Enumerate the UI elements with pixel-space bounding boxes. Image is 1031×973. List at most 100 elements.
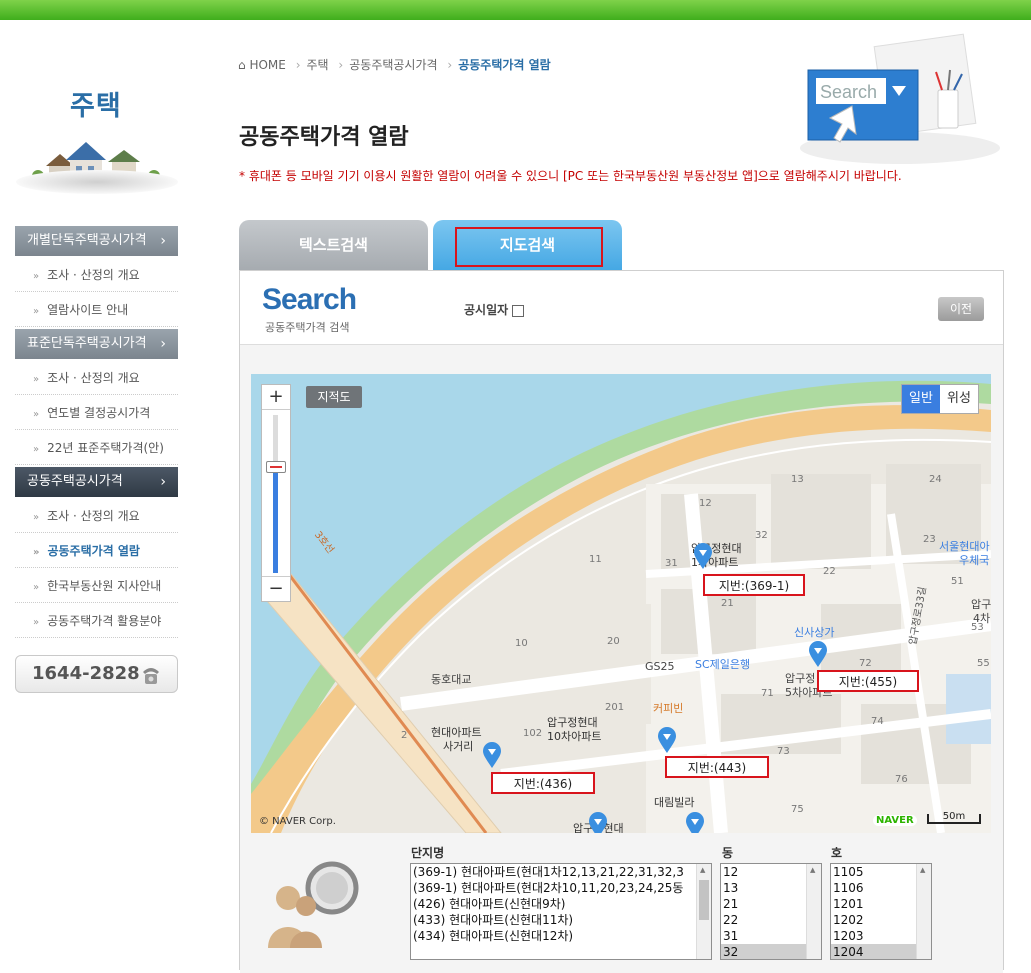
telephone-icon	[143, 668, 159, 684]
map-place-label: GS25	[645, 660, 675, 673]
search-logo: Search	[262, 283, 357, 316]
gosi-date-checkbox[interactable]	[512, 304, 525, 317]
jibeon-label[interactable]: 지번:(443)	[665, 756, 769, 778]
block-number: 55	[977, 658, 990, 669]
map-mode-toggle: 일반 위성	[901, 384, 979, 414]
block-number: 32	[755, 530, 768, 541]
breadcrumb-item[interactable]: 공동주택공시가격	[349, 58, 437, 72]
sidebar-item-branch-guide[interactable]: » 한국부동산원 지사안내	[15, 569, 178, 603]
complex-column-header: 단지명	[411, 846, 445, 860]
home-icon[interactable]: ⌂	[238, 58, 246, 72]
location-pin-icon[interactable]	[808, 640, 828, 668]
search-subtitle: 공동주택가격 검색	[265, 321, 350, 334]
map-place-label: 대림빌라	[654, 796, 695, 809]
map-place-label: 10차아파트	[547, 730, 602, 743]
sidebar-item-site-guide[interactable]: » 열람사이트 안내	[15, 293, 178, 327]
map-place-label: 사거리	[443, 740, 474, 753]
phone-banner: 1644-2828	[15, 655, 178, 693]
list-item[interactable]: (369-1) 현대아파트(현대2차10,11,20,23,24,25동	[411, 880, 711, 896]
svg-text:Search: Search	[820, 82, 877, 102]
map-mode-satellite[interactable]: 위성	[940, 385, 978, 413]
sidebar-item-label: 조사 · 산정의 개요	[47, 371, 140, 385]
chevron-right-icon: ›	[160, 336, 166, 352]
map-place-label: 동호대교	[431, 673, 472, 686]
hero-search-illustration: Search	[790, 30, 1010, 170]
sidebar-item-apartment-overview[interactable]: » 조사 · 산정의 개요	[15, 499, 178, 533]
map-view[interactable]: + − 지적도 일반 위성 압구정현대 1차아파트 신사상가 압구정 5차아파트…	[251, 374, 991, 833]
location-pin-icon[interactable]	[657, 726, 677, 754]
complex-listbox[interactable]: (369-1) 현대아파트(현대1차12,13,21,22,31,32,3 (3…	[410, 863, 712, 960]
breadcrumb: ⌂ HOME › 주택 › 공동주택공시가격 › 공동주택가격 열람	[238, 56, 551, 73]
zoom-slider-handle[interactable]	[266, 461, 286, 473]
location-pin-icon[interactable]	[482, 741, 502, 769]
jibeon-label[interactable]: 지번:(436)	[491, 772, 595, 794]
block-number: 72	[859, 658, 872, 669]
naver-logo: NAVER	[873, 815, 917, 826]
list-item[interactable]: (426) 현대아파트(신현대9차)	[411, 896, 711, 912]
sidebar-cat-apartment[interactable]: 공동주택공시가격 ›	[15, 467, 178, 497]
map-mode-normal[interactable]: 일반	[902, 385, 940, 413]
scrollbar[interactable]: ▲	[916, 864, 931, 959]
map-place-label: 신사상가	[794, 626, 835, 639]
list-item[interactable]: (434) 현대아파트(신현대12차)	[411, 928, 711, 944]
tab-label: 텍스트검색	[298, 236, 368, 254]
ho-column-header: 호	[831, 846, 843, 860]
gosi-label: 공시일자	[464, 303, 509, 317]
sidebar-cat-individual[interactable]: 개별단독주택공시가격 ›	[15, 226, 178, 256]
list-item[interactable]: (369-1) 현대아파트(현대1차12,13,21,22,31,32,3	[411, 864, 711, 880]
block-number: 20	[607, 636, 620, 647]
jibeon-label[interactable]: 지번:(369-1)	[703, 574, 805, 596]
sidebar-cat-label: 공동주택공시가격	[27, 474, 123, 489]
mobile-notice: * 휴대폰 등 모바일 기기 이용시 원활한 열람이 어려울 수 있으니 [PC…	[239, 169, 902, 183]
map-place-label: 커피빈	[653, 702, 684, 715]
breadcrumb-separator: ›	[447, 58, 453, 72]
prev-button[interactable]: 이전	[938, 297, 984, 321]
gosi-date-filter: 공시일자	[464, 301, 525, 318]
jibeon-label[interactable]: 지번:(455)	[817, 670, 919, 692]
block-number: 2	[401, 730, 408, 741]
tab-text-search[interactable]: 텍스트검색	[239, 220, 428, 270]
chevron-right-icon: ›	[160, 233, 166, 249]
sidebar-cat-label: 개별단독주택공시가격	[27, 233, 147, 248]
sidebar-item-individual-overview[interactable]: » 조사 · 산정의 개요	[15, 258, 178, 292]
ho-listbox[interactable]: 1105 1106 1201 1202 1203 1204 ▲	[830, 863, 932, 960]
block-number: 71	[761, 688, 774, 699]
phone-number: 1644-2828	[32, 663, 140, 684]
cadastral-map-button[interactable]: 지적도	[306, 386, 362, 408]
sidebar-item-label: 연도별 결정공시가격	[47, 406, 151, 420]
breadcrumb-current: 공동주택가격 열람	[458, 58, 551, 72]
dong-listbox[interactable]: 12 13 21 22 31 32 ▲	[720, 863, 822, 960]
sidebar-item-standard-overview[interactable]: » 조사 · 산정의 개요	[15, 361, 178, 395]
sidebar-item-usage[interactable]: » 공동주택가격 활용분야	[15, 604, 178, 638]
breadcrumb-separator: ›	[338, 58, 344, 72]
breadcrumb-home[interactable]: HOME	[249, 58, 285, 72]
map-canvas	[251, 374, 991, 833]
location-pin-icon[interactable]	[588, 811, 608, 833]
zoom-in-button[interactable]: +	[262, 385, 290, 410]
block-number: 53	[971, 622, 984, 633]
sidebar-item-apartment-view[interactable]: » 공동주택가격 열람	[15, 534, 178, 568]
sidebar-item-label: 조사 · 산정의 개요	[47, 268, 140, 282]
block-number: 12	[699, 498, 712, 509]
block-number: 201	[605, 702, 625, 713]
scrollbar[interactable]: ▲	[806, 864, 821, 959]
sidebar-item-yearly-price[interactable]: » 연도별 결정공시가격	[15, 396, 178, 430]
block-number: 75	[791, 804, 804, 815]
block-number: 31	[665, 558, 678, 569]
houses-illustration	[16, 130, 178, 194]
list-item[interactable]: (433) 현대아파트(신현대11차)	[411, 912, 711, 928]
block-number: 102	[523, 728, 543, 739]
scrollbar[interactable]: ▲	[696, 864, 711, 959]
zoom-out-button[interactable]: −	[262, 576, 290, 601]
dong-column-header: 동	[722, 846, 734, 860]
block-number: 51	[951, 576, 964, 587]
sidebar-item-label: 열람사이트 안내	[47, 303, 129, 317]
map-copyright: © NAVER Corp.	[259, 816, 336, 827]
breadcrumb-item[interactable]: 주택	[307, 58, 329, 72]
tab-map-search[interactable]: 지도검색	[433, 220, 622, 270]
sidebar-item-label: 조사 · 산정의 개요	[47, 509, 140, 523]
location-pin-icon[interactable]	[693, 542, 713, 570]
location-pin-icon[interactable]	[685, 811, 705, 833]
sidebar-item-22-standard[interactable]: »22년 표준주택가격(안) 열람	[15, 431, 178, 491]
sidebar-cat-standard[interactable]: 표준단독주택공시가격 ›	[15, 329, 178, 359]
